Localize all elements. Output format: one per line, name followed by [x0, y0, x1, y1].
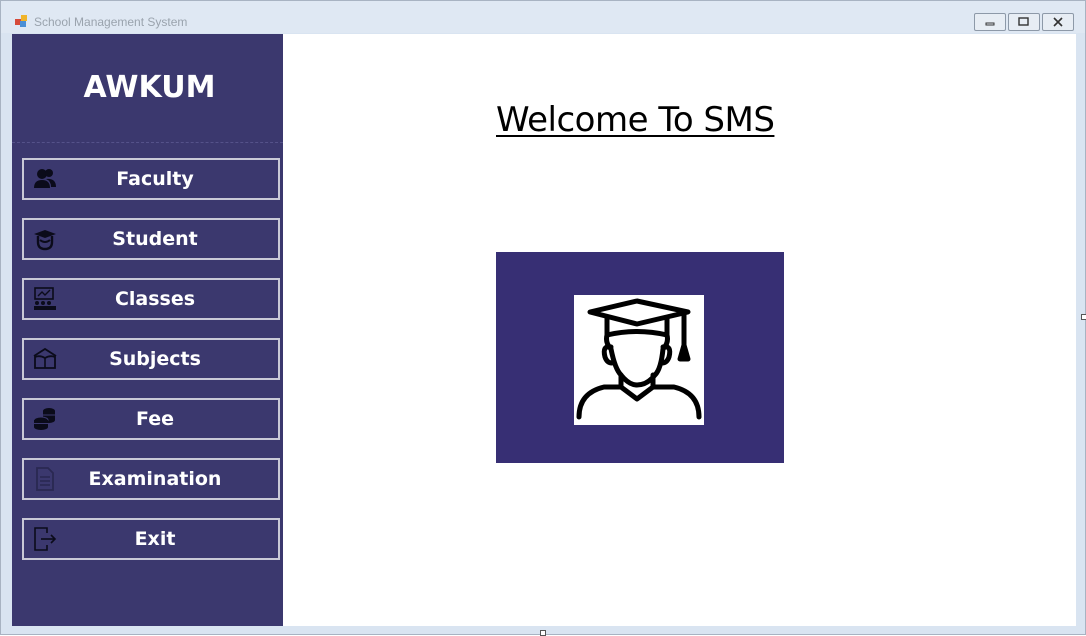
logo-panel: [496, 252, 784, 463]
maximize-button[interactable]: [1008, 13, 1040, 31]
client-area: AWKUM Faculty Student Classes Subjects F…: [12, 34, 1076, 626]
exit-label: Exit: [134, 528, 176, 550]
examination-label: Examination: [88, 468, 222, 490]
classes-label: Classes: [114, 288, 196, 310]
app-icon: [15, 15, 27, 27]
minimize-button[interactable]: [974, 13, 1006, 31]
restore-icon: [1018, 17, 1029, 26]
app-window: School Management System AWKUM Faculty S…: [0, 0, 1086, 635]
brand-title: AWKUM: [83, 70, 216, 105]
resize-handle-right[interactable]: [1081, 314, 1086, 320]
minimize-icon: [985, 22, 995, 26]
graduate-icon: [576, 298, 702, 420]
fee-button[interactable]: Fee: [22, 398, 280, 440]
window-title: School Management System: [34, 15, 188, 29]
exit-button[interactable]: Exit: [22, 518, 280, 560]
fee-label: Fee: [136, 408, 174, 430]
brand-panel: AWKUM: [12, 34, 283, 143]
classes-button[interactable]: Classes: [22, 278, 280, 320]
close-icon: [1053, 17, 1063, 27]
examination-button[interactable]: Examination: [22, 458, 280, 500]
welcome-heading: Welcome To SMS: [496, 100, 775, 140]
sidebar: AWKUM Faculty Student Classes Subjects F…: [12, 34, 283, 626]
student-label: Student: [112, 228, 198, 250]
faculty-label: Faculty: [116, 168, 194, 190]
title-bar[interactable]: School Management System: [1, 1, 1085, 33]
subjects-label: Subjects: [109, 348, 201, 370]
resize-handle-bottom[interactable]: [540, 630, 546, 636]
student-button[interactable]: Student: [22, 218, 280, 260]
faculty-button[interactable]: Faculty: [22, 158, 280, 200]
subjects-button[interactable]: Subjects: [22, 338, 280, 380]
logo-image: [574, 295, 704, 425]
close-button[interactable]: [1042, 13, 1074, 31]
